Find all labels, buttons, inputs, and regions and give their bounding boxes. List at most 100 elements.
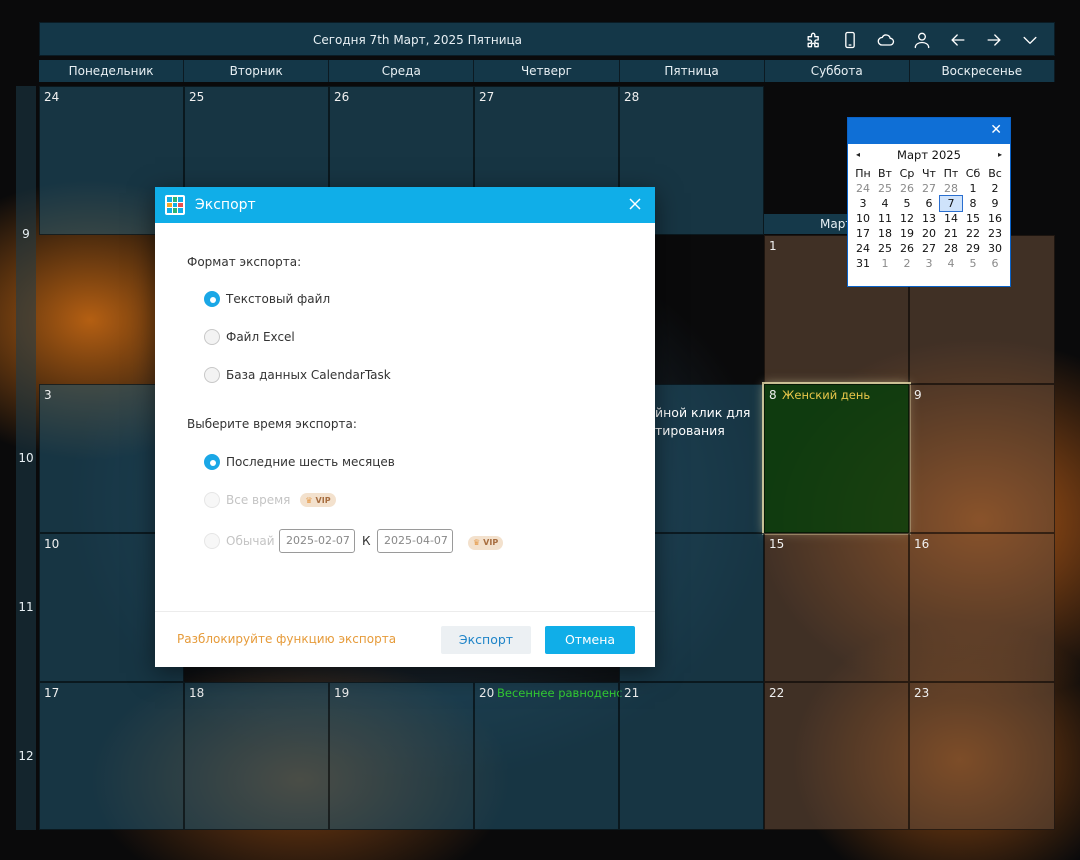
day-number: 1 <box>769 239 777 253</box>
mini-day[interactable]: 31 <box>852 256 874 271</box>
format-db-radio[interactable]: База данных CalendarTask <box>204 367 391 383</box>
mini-day[interactable]: 8 <box>962 196 984 211</box>
format-excel-radio[interactable]: Файл Excel <box>204 329 295 345</box>
today-cell[interactable]: 8 Женский день <box>764 384 909 533</box>
vip-badge: ♛ VIP <box>468 535 504 550</box>
day-number: 3 <box>44 388 52 402</box>
mini-day[interactable]: 4 <box>940 256 962 271</box>
day-cell[interactable]: 20 Весеннее равноденс <box>474 682 623 830</box>
mini-day[interactable]: 9 <box>984 196 1006 211</box>
format-text-radio[interactable]: Текстовый файл <box>204 291 330 307</box>
mini-day[interactable]: 30 <box>984 241 1006 256</box>
mini-day[interactable]: 28 <box>940 241 962 256</box>
day-cell[interactable]: 9 <box>909 384 1055 533</box>
mini-day[interactable]: 17 <box>852 226 874 241</box>
mini-weekday: Ср <box>899 167 915 180</box>
mini-day[interactable]: 19 <box>896 226 918 241</box>
event-womens-day[interactable]: Женский день <box>782 388 870 402</box>
cancel-button[interactable]: Отмена <box>545 626 635 654</box>
mini-day[interactable]: 14 <box>940 211 962 226</box>
mini-day[interactable]: 5 <box>896 196 918 211</box>
weekday-sat: Суббота <box>764 60 910 82</box>
mini-weekday: Вт <box>878 167 892 180</box>
radio-selected-icon <box>204 291 220 307</box>
mini-day[interactable]: 26 <box>896 181 918 196</box>
mini-day[interactable]: 3 <box>852 196 874 211</box>
day-number: 17 <box>44 686 60 700</box>
vip-label: VIP <box>315 495 331 505</box>
mini-day[interactable]: 10 <box>852 211 874 226</box>
day-number: 18 <box>189 686 205 700</box>
mini-day[interactable]: 1 <box>874 256 896 271</box>
day-cell[interactable]: 17 <box>39 682 184 830</box>
mini-day[interactable]: 4 <box>874 196 896 211</box>
mini-day[interactable]: 2 <box>984 181 1006 196</box>
mini-day[interactable]: 25 <box>874 241 896 256</box>
mini-day[interactable]: 25 <box>874 181 896 196</box>
mini-day[interactable]: 24 <box>852 241 874 256</box>
divider <box>155 611 655 612</box>
export-button[interactable]: Экспорт <box>441 626 531 654</box>
mini-day[interactable]: 5 <box>962 256 984 271</box>
time-custom-radio[interactable]: Обычай <box>204 533 275 549</box>
puzzle-icon[interactable] <box>796 23 832 57</box>
mini-day[interactable]: 16 <box>984 211 1006 226</box>
day-cell[interactable]: 16 <box>909 533 1055 682</box>
mini-day[interactable]: 23 <box>984 226 1006 241</box>
day-cell[interactable]: 23 <box>909 682 1055 830</box>
radio-icon <box>204 367 220 383</box>
arrow-right-icon[interactable] <box>976 23 1012 57</box>
close-icon[interactable] <box>627 196 643 212</box>
date-to-field[interactable]: 2025-04-07 <box>377 529 453 553</box>
toolbar-icons <box>796 23 1048 57</box>
day-cell[interactable]: 15 <box>764 533 909 682</box>
chevron-down-icon[interactable] <box>1012 23 1048 57</box>
next-month-icon[interactable]: ▸ <box>998 144 1002 166</box>
unlock-export-link[interactable]: Разблокируйте функцию экспорта <box>177 632 396 646</box>
mini-day[interactable]: 22 <box>962 226 984 241</box>
mini-day[interactable]: 18 <box>874 226 896 241</box>
day-number: 19 <box>334 686 350 700</box>
mini-day[interactable]: 3 <box>918 256 940 271</box>
event-equinox[interactable]: Весеннее равноденс <box>497 686 623 700</box>
mini-day[interactable]: 27 <box>918 181 940 196</box>
prev-month-icon[interactable]: ◂ <box>856 144 860 166</box>
mini-day[interactable]: 1 <box>962 181 984 196</box>
mini-day[interactable]: 12 <box>896 211 918 226</box>
mini-day[interactable]: 20 <box>918 226 940 241</box>
mini-day[interactable]: 21 <box>940 226 962 241</box>
time-all-radio[interactable]: Все время ♛ VIP <box>204 492 336 508</box>
date-from-field[interactable]: 2025-02-07 <box>279 529 355 553</box>
mini-day[interactable]: 27 <box>918 241 940 256</box>
mini-day[interactable]: 24 <box>852 181 874 196</box>
day-number: 25 <box>189 90 205 104</box>
arrow-left-icon[interactable] <box>940 23 976 57</box>
day-cell[interactable]: 18 <box>184 682 329 830</box>
time-six-months-radio[interactable]: Последние шесть месяцев <box>204 454 395 470</box>
mini-day[interactable]: 6 <box>918 196 940 211</box>
export-dialog: Экспорт Формат экспорта: Текстовый файл … <box>155 187 655 667</box>
day-number: 8 <box>769 388 777 402</box>
mini-day[interactable]: 2 <box>896 256 918 271</box>
phone-icon[interactable] <box>832 23 868 57</box>
weekday-tue: Вторник <box>184 60 330 82</box>
mini-day[interactable]: 11 <box>874 211 896 226</box>
user-icon[interactable] <box>904 23 940 57</box>
mini-day[interactable]: 6 <box>984 256 1006 271</box>
mini-day[interactable]: 15 <box>962 211 984 226</box>
day-cell[interactable]: 19 <box>329 682 474 830</box>
radio-icon <box>204 533 220 549</box>
mini-day[interactable]: 29 <box>962 241 984 256</box>
radio-selected-icon <box>204 454 220 470</box>
cloud-icon[interactable] <box>868 23 904 57</box>
day-cell[interactable]: 22 <box>764 682 909 830</box>
mini-day[interactable]: 28 <box>940 181 962 196</box>
mini-day[interactable]: 26 <box>896 241 918 256</box>
mini-calendar-header: ✕ <box>848 118 1010 144</box>
day-cell[interactable]: 21 <box>619 682 764 830</box>
mini-day-selected[interactable]: 7 <box>939 195 963 212</box>
day-number: 16 <box>914 537 930 551</box>
close-icon[interactable]: ✕ <box>990 122 1002 138</box>
mini-day[interactable]: 13 <box>918 211 940 226</box>
radio-label: База данных CalendarTask <box>226 368 391 382</box>
